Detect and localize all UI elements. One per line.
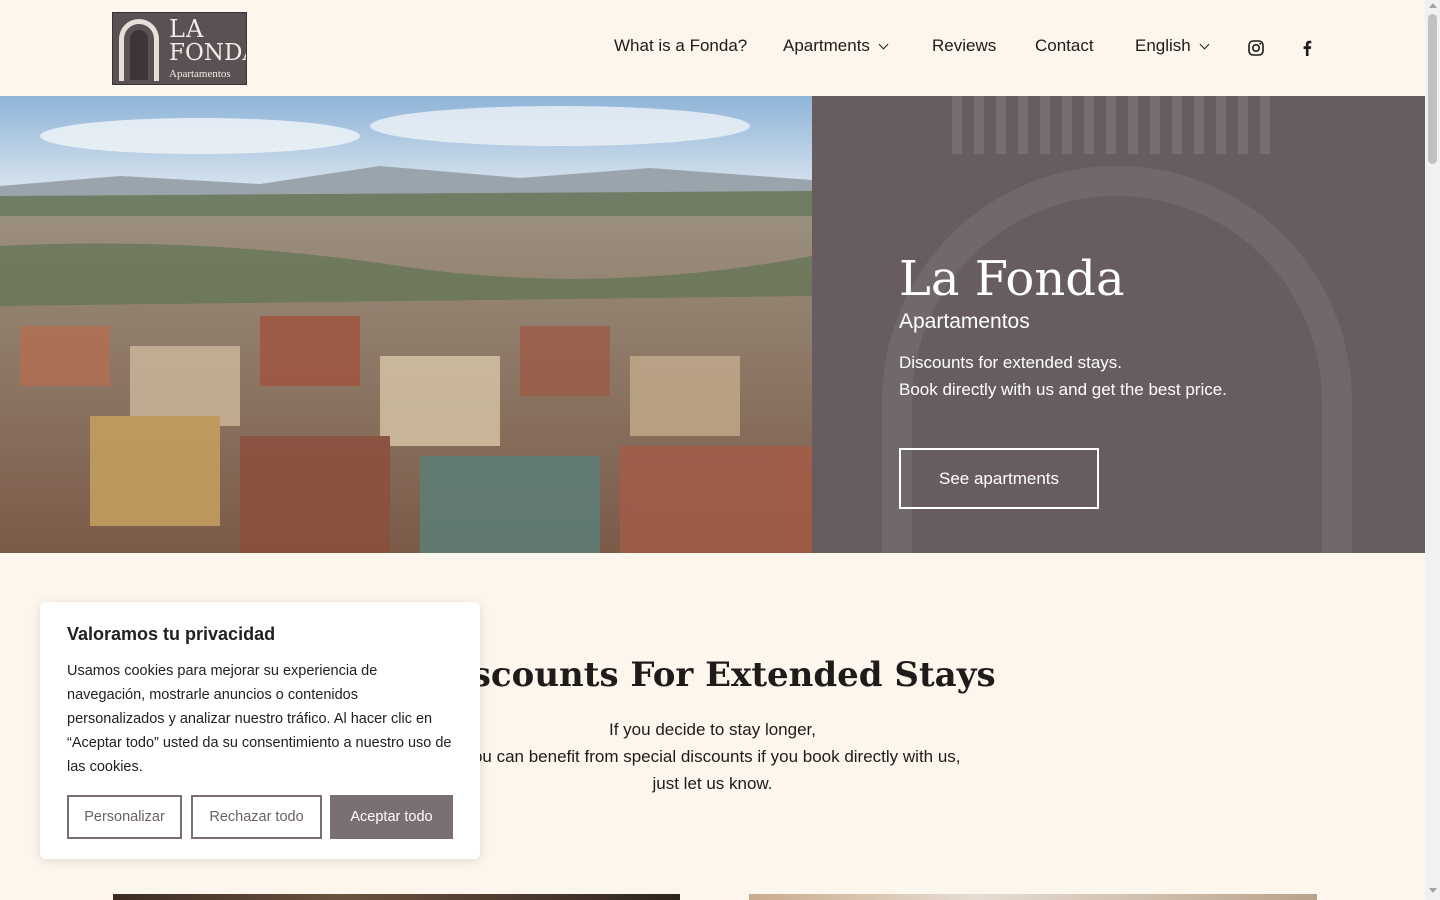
apartment-image-1[interactable] (113, 894, 680, 900)
nav-item-reviews[interactable]: Reviews (932, 36, 996, 56)
logo-text-apartamentos: Apartamentos (169, 68, 231, 80)
page-scrollbar[interactable] (1425, 0, 1440, 900)
site-header: LA FONDA Apartamentos What is a Fonda? A… (0, 0, 1425, 96)
hero-line-2: Book directly with us and get the best p… (899, 380, 1227, 399)
panel-decoration (952, 96, 1272, 154)
nav-item-label: Reviews (932, 36, 997, 55)
hero-section: La Fonda Apartamentos Discounts for exte… (0, 96, 1425, 553)
cookie-consent-banner: Valoramos tu privacidad Usamos cookies p… (40, 602, 480, 859)
hero-subtitle: Apartamentos (899, 310, 1030, 333)
nav-item-apartments[interactable]: Apartments (783, 36, 889, 56)
hero-panel: La Fonda Apartamentos Discounts for exte… (812, 96, 1425, 553)
scroll-down-icon[interactable] (1429, 888, 1437, 893)
scrollbar-thumb[interactable] (1428, 14, 1437, 164)
hero-description: Discounts for extended stays. Book direc… (899, 349, 1227, 403)
nav-item-label: Apartments (783, 36, 870, 55)
nav-item-label: What is a Fonda? (614, 36, 748, 55)
language-label: English (1135, 36, 1191, 55)
accept-all-button[interactable]: Aceptar todo (330, 795, 453, 839)
cookie-text: Usamos cookies para mejorar su experienc… (67, 663, 452, 775)
hero-town-image (0, 96, 812, 553)
reject-all-button[interactable]: Rechazar todo (191, 795, 322, 839)
customize-button[interactable]: Personalizar (67, 795, 182, 839)
scroll-up-icon[interactable] (1429, 3, 1437, 8)
chevron-down-icon (1199, 39, 1210, 49)
facebook-icon[interactable] (1298, 39, 1316, 57)
see-apartments-button[interactable]: See apartments (899, 448, 1099, 509)
hero-line-1: Discounts for extended stays. (899, 353, 1123, 372)
nav-item-label: Contact (1035, 36, 1094, 55)
main-nav: What is a Fonda? Apartments Reviews Cont… (0, 36, 1425, 60)
hero-title: La Fonda (899, 251, 1125, 307)
cookie-title: Valoramos tu privacidad (67, 624, 276, 644)
apartment-image-2[interactable] (749, 894, 1317, 900)
nav-item-contact[interactable]: Contact (1035, 36, 1094, 56)
instagram-icon[interactable] (1247, 39, 1265, 57)
chevron-down-icon (878, 39, 889, 49)
language-selector[interactable]: English (1135, 36, 1210, 56)
nav-item-what-is-a-fonda[interactable]: What is a Fonda? (614, 36, 747, 56)
